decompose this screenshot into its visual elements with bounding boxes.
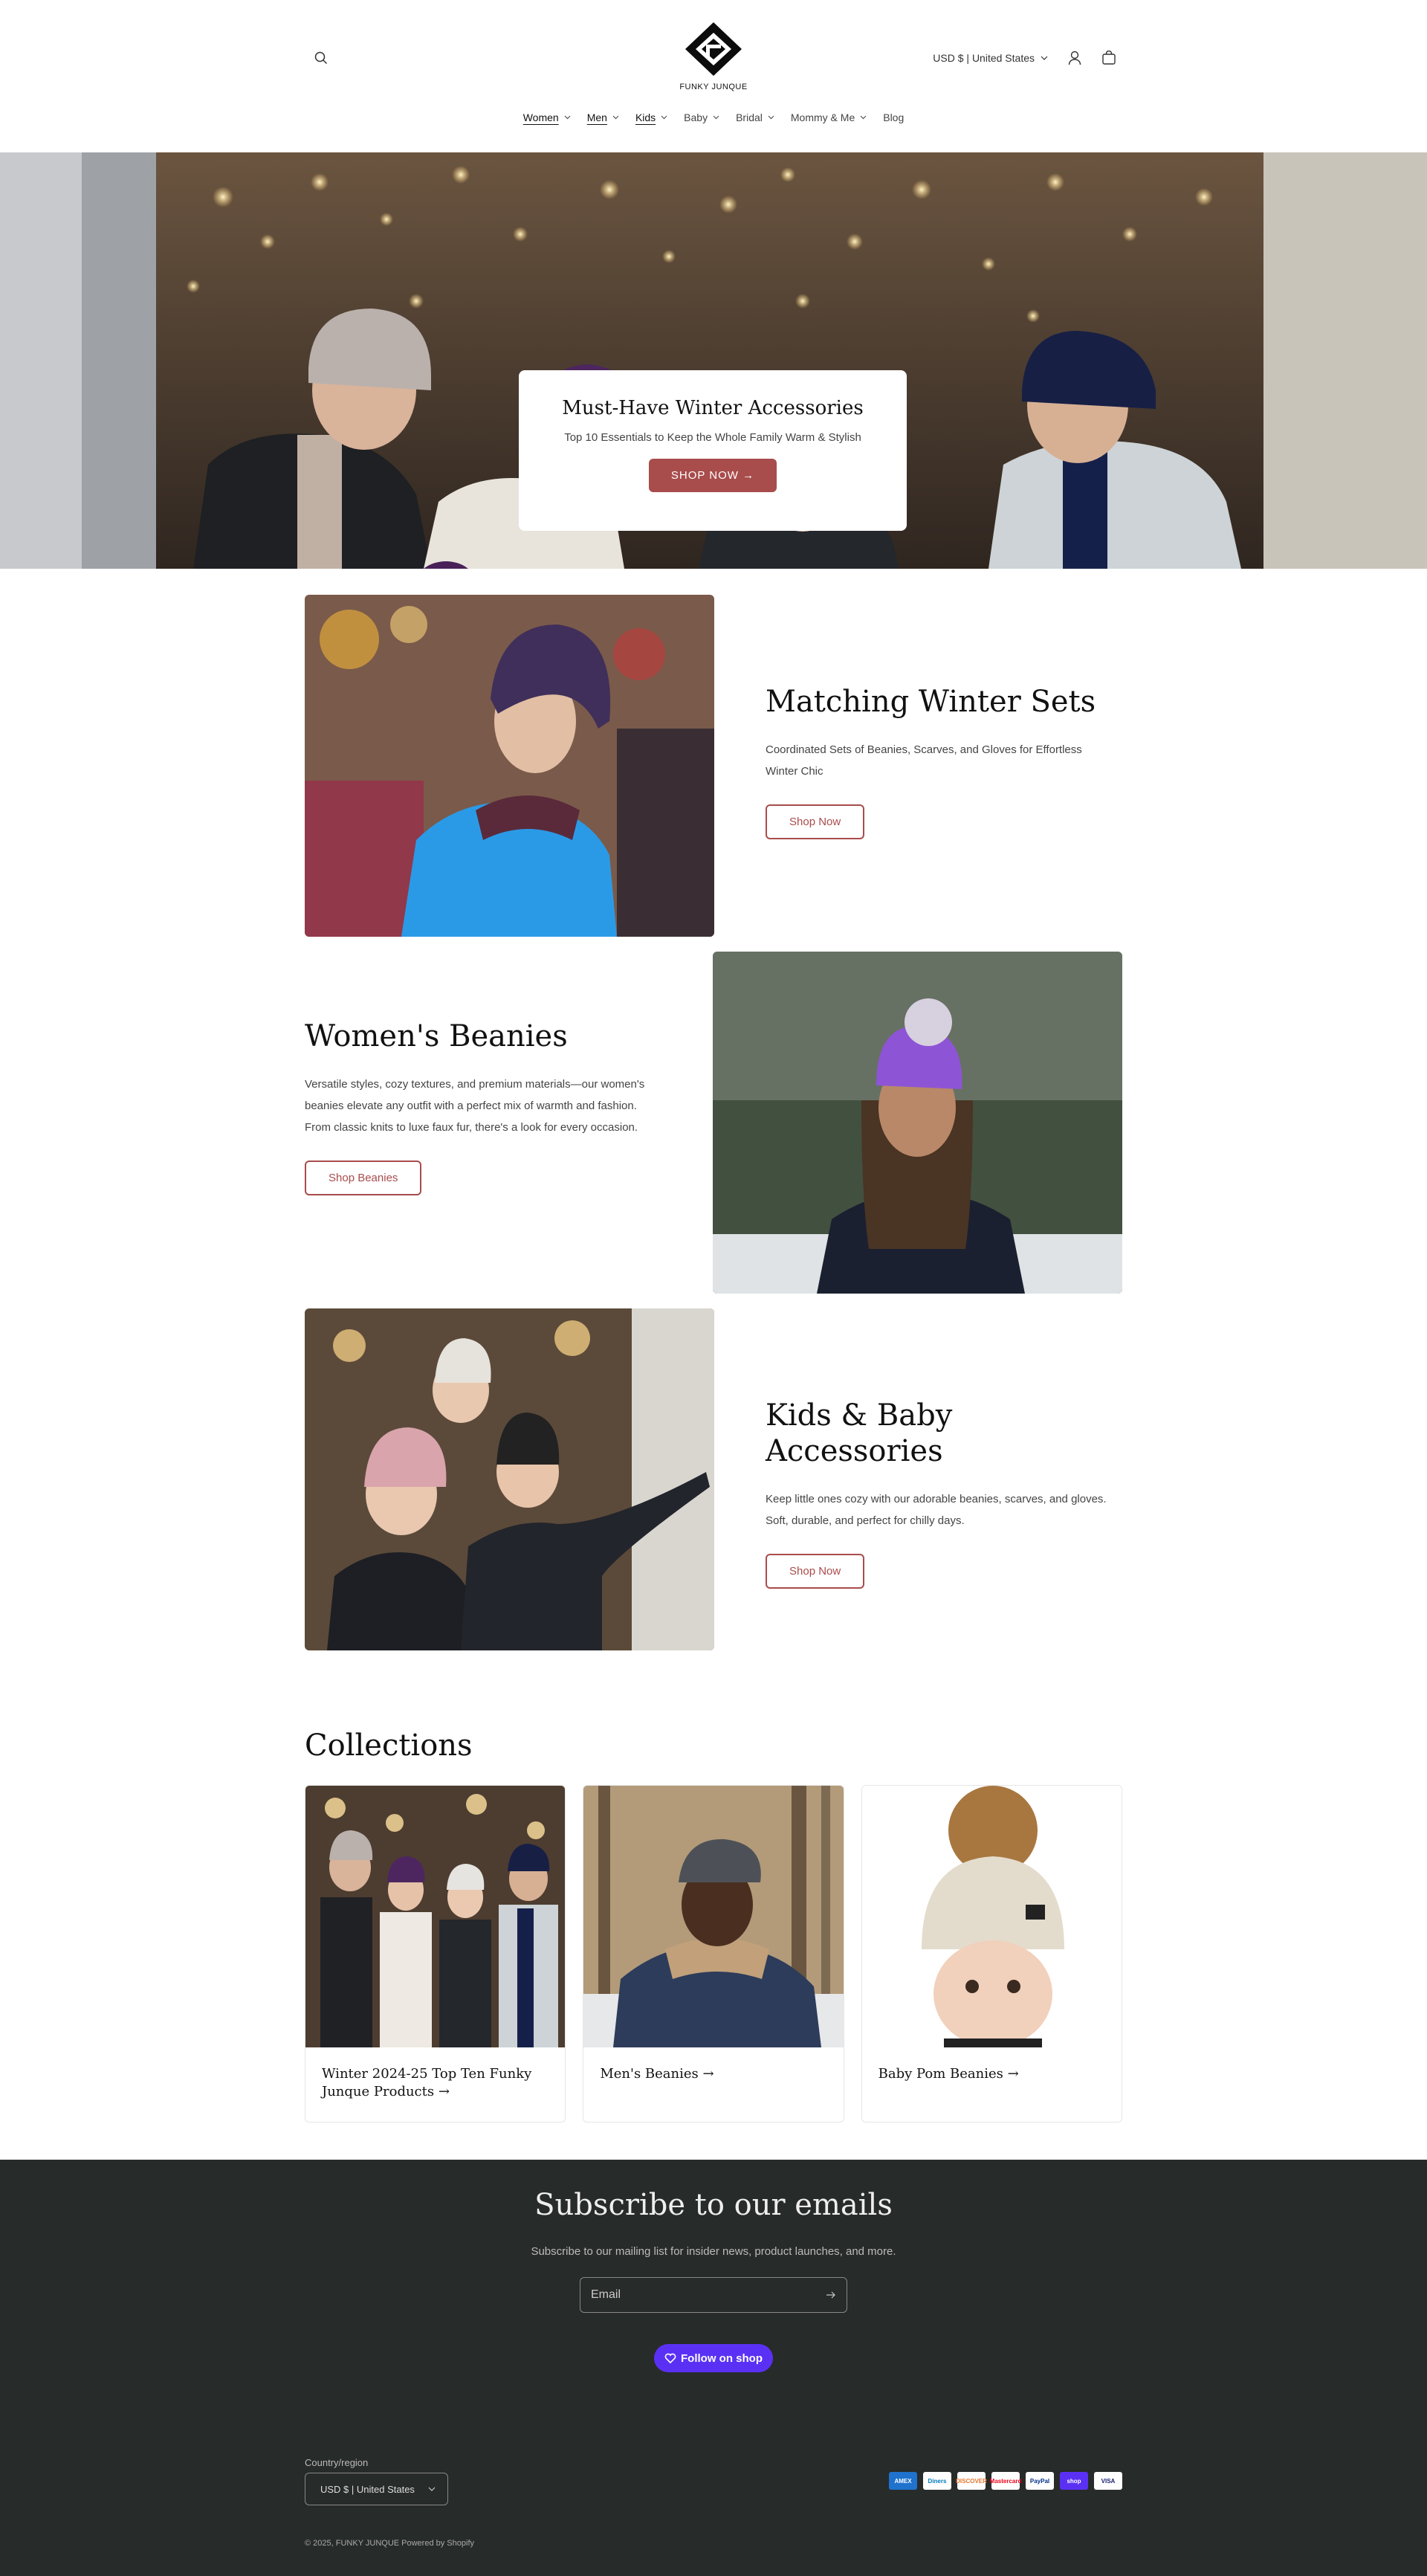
collection-card-label: Men's Beanies → bbox=[600, 2066, 714, 2082]
feature-description: Versatile styles, cozy textures, and pre… bbox=[305, 1078, 645, 1134]
collections-section: Collections Winter 2024-25 Top Ten Funky… bbox=[305, 1728, 1122, 2123]
collection-image bbox=[305, 1786, 566, 2047]
nav-item-label: Men bbox=[586, 112, 607, 123]
nav-item-label: Kids bbox=[635, 112, 656, 123]
collection-card-label: Baby Pom Beanies → bbox=[878, 2066, 1019, 2082]
collection-card-baby-pom-beanies[interactable]: Baby Pom Beanies → bbox=[861, 1785, 1122, 2123]
collection-card-winter-top-ten[interactable]: Winter 2024-25 Top Ten Funky Junque Prod… bbox=[305, 1785, 566, 2123]
site-footer: Subscribe to our emails Subscribe to our… bbox=[0, 2160, 1427, 2576]
nav-item-label: Women bbox=[522, 112, 559, 123]
feature-section: Matching Winter Sets Coordinated Sets of… bbox=[305, 569, 1122, 2163]
logo-text: FUNKY JUNQUE bbox=[679, 83, 748, 91]
currency-label: USD $ | United States bbox=[933, 52, 1035, 64]
chevron-down-icon bbox=[713, 115, 719, 120]
logo-icon bbox=[685, 22, 742, 76]
follow-on-shop-label: Follow on shop bbox=[681, 2351, 763, 2365]
subscribe-title: Subscribe to our emails bbox=[534, 2188, 893, 2222]
winter-top-ten-image bbox=[305, 1786, 566, 2047]
mens-beanies-image bbox=[583, 1786, 844, 2047]
collection-card-label: Winter 2024-25 Top Ten Funky Junque Prod… bbox=[322, 2066, 532, 2099]
feature-womens-beanies: Women's Beanies Versatile styles, cozy t… bbox=[305, 952, 1122, 1294]
nav-item-baby[interactable]: Baby bbox=[684, 112, 719, 123]
copyright-text: © 2025, FUNKY JUNQUE Powered by Shopify bbox=[305, 2539, 474, 2548]
header-actions: USD $ | United States bbox=[933, 43, 1121, 73]
account-icon bbox=[1068, 51, 1081, 65]
nav-item-label: Blog bbox=[883, 112, 905, 123]
collections-title: Collections bbox=[305, 1728, 473, 1763]
hero-banner: Must-Have Winter Accessories Top 10 Esse… bbox=[0, 152, 1427, 569]
feature-title: Women's Beanies bbox=[305, 1019, 568, 1053]
cart-button[interactable] bbox=[1097, 46, 1121, 70]
baby-pom-beanies-image bbox=[861, 1786, 1122, 2047]
nav-item-men[interactable]: Men bbox=[587, 112, 619, 123]
site-logo[interactable]: FUNKY JUNQUE bbox=[669, 21, 758, 91]
womens-beanies-image bbox=[713, 952, 1122, 1294]
account-button[interactable] bbox=[1063, 46, 1087, 70]
country-selector[interactable]: USD $ | United States bbox=[305, 2473, 448, 2505]
shop-pay-icon: shop bbox=[1060, 2472, 1088, 2490]
feature-title: Matching Winter Sets bbox=[766, 685, 1096, 719]
site-header: FUNKY JUNQUE USD $ | United States Women… bbox=[0, 0, 1427, 152]
subscribe-text: Subscribe to our mailing list for inside… bbox=[531, 2245, 896, 2258]
visa-icon: VISA bbox=[1094, 2472, 1122, 2490]
payment-icons: AMEX Diners DISCOVER Mastercard PayPal s… bbox=[889, 2472, 1122, 2490]
shop-beanies-button[interactable]: Shop Beanies bbox=[305, 1161, 422, 1195]
chevron-down-icon bbox=[564, 115, 571, 120]
nav-item-kids[interactable]: Kids bbox=[635, 112, 667, 123]
feature-description: Keep little ones cozy with our adorable … bbox=[766, 1493, 1107, 1527]
nav-item-label: Mommy & Me bbox=[790, 112, 855, 123]
chevron-down-icon bbox=[428, 2487, 436, 2491]
chevron-down-icon bbox=[661, 115, 667, 120]
hero-subtitle: Top 10 Essentials to Keep the Whole Fami… bbox=[564, 431, 861, 444]
email-field[interactable] bbox=[580, 2277, 847, 2313]
collection-image bbox=[861, 1786, 1122, 2047]
feature-text: Women's Beanies Versatile styles, cozy t… bbox=[305, 1019, 661, 1195]
mastercard-icon: Mastercard bbox=[990, 2472, 1021, 2490]
country-label: Country/region bbox=[305, 2457, 369, 2468]
feature-kids-baby: Kids & Baby Accessories Keep little ones… bbox=[305, 1308, 1122, 1650]
nav-item-label: Baby bbox=[684, 112, 708, 123]
follow-on-shop-button[interactable]: Follow on shop bbox=[654, 2344, 773, 2372]
cart-icon bbox=[1102, 51, 1116, 65]
search-button[interactable] bbox=[306, 43, 336, 73]
feature-image bbox=[305, 1308, 714, 1650]
currency-selector[interactable]: USD $ | United States bbox=[933, 52, 1048, 64]
feature-description: Coordinated Sets of Beanies, Scarves, an… bbox=[766, 743, 1082, 778]
nav-item-mommy-and-me[interactable]: Mommy & Me bbox=[791, 112, 867, 123]
kids-baby-image bbox=[305, 1308, 714, 1650]
discover-icon: DISCOVER bbox=[956, 2472, 987, 2490]
hero-card: Must-Have Winter Accessories Top 10 Esse… bbox=[519, 370, 907, 531]
chevron-down-icon bbox=[768, 115, 774, 120]
chevron-down-icon bbox=[860, 115, 867, 120]
hero-title: Must-Have Winter Accessories bbox=[562, 397, 864, 419]
matching-sets-shop-now-button[interactable]: Shop Now bbox=[766, 804, 865, 839]
feature-text: Kids & Baby Accessories Keep little ones… bbox=[766, 1398, 1122, 1589]
feature-image bbox=[713, 952, 1122, 1294]
chevron-down-icon bbox=[612, 115, 619, 120]
collection-card-mens-beanies[interactable]: Men's Beanies → bbox=[583, 1785, 844, 2123]
chevron-down-icon bbox=[1041, 56, 1048, 60]
heart-icon bbox=[664, 2353, 676, 2363]
search-icon bbox=[314, 51, 328, 65]
country-value: USD $ | United States bbox=[320, 2483, 415, 2495]
nav-item-label: Bridal bbox=[736, 112, 763, 123]
arrow-right-icon[interactable] bbox=[826, 2291, 836, 2299]
hero-shop-now-button[interactable]: SHOP NOW → bbox=[648, 459, 777, 492]
kids-baby-shop-now-button[interactable]: Shop Now bbox=[766, 1554, 865, 1589]
collection-image bbox=[583, 1786, 844, 2047]
feature-title: Kids & Baby Accessories bbox=[766, 1398, 953, 1468]
paypal-icon: PayPal bbox=[1026, 2472, 1054, 2490]
nav-item-women[interactable]: Women bbox=[523, 112, 571, 123]
feature-image bbox=[305, 595, 714, 937]
diners-icon: Diners bbox=[923, 2472, 951, 2490]
feature-matching-sets: Matching Winter Sets Coordinated Sets of… bbox=[305, 595, 1122, 937]
nav-item-bridal[interactable]: Bridal bbox=[736, 112, 774, 123]
feature-text: Matching Winter Sets Coordinated Sets of… bbox=[766, 684, 1107, 839]
matching-sets-image bbox=[305, 595, 714, 937]
main-nav: Women Men Kids Baby Bridal Mommy & Me Bl… bbox=[0, 112, 1427, 123]
nav-item-blog[interactable]: Blog bbox=[883, 112, 904, 123]
collections-list: Winter 2024-25 Top Ten Funky Junque Prod… bbox=[305, 1785, 1122, 2123]
email-input[interactable] bbox=[591, 2288, 799, 2302]
amex-icon: AMEX bbox=[889, 2472, 917, 2490]
